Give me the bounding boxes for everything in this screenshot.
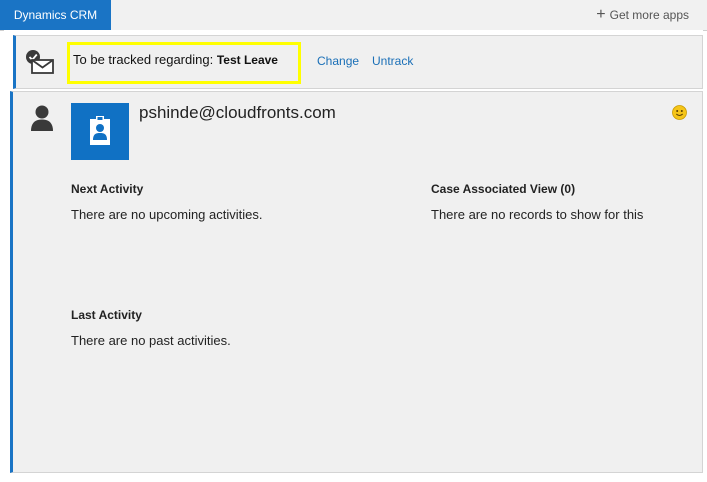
last-activity-text: There are no past activities. [71, 333, 231, 348]
tracking-prefix: To be tracked regarding: [73, 52, 214, 67]
tab-dynamics-crm[interactable]: Dynamics CRM [0, 0, 111, 30]
get-more-apps-button[interactable]: + Get more apps [596, 0, 689, 30]
tracking-bar: To be tracked regarding: Test Leave Chan… [13, 35, 703, 89]
tracking-status: To be tracked regarding: Test Leave [73, 52, 278, 67]
smiley-icon[interactable] [672, 105, 687, 120]
contact-panel: pshinde@cloudfronts.com Next Activity Th… [10, 91, 703, 473]
last-activity-title: Last Activity [71, 308, 142, 322]
contact-email: pshinde@cloudfronts.com [139, 103, 336, 122]
tab-label: Dynamics CRM [13, 8, 98, 22]
next-activity-text: There are no upcoming activities. [71, 207, 263, 222]
get-more-apps-label: Get more apps [609, 8, 689, 22]
app-tab-strip: Dynamics CRM + Get more apps [0, 0, 707, 31]
tracked-record-name: Test Leave [216, 53, 278, 67]
contact-card-icon [90, 116, 110, 145]
case-view-title[interactable]: Case Associated View (0) [431, 182, 575, 196]
untrack-link[interactable]: Untrack [372, 54, 413, 68]
contact-avatar[interactable] [71, 103, 129, 160]
case-view-text: There are no records to show for this [431, 207, 644, 222]
next-activity-title: Next Activity [71, 182, 144, 196]
plus-icon: + [596, 6, 606, 23]
change-link[interactable]: Change [317, 54, 359, 68]
tracked-mail-icon [26, 50, 54, 74]
person-icon [31, 105, 53, 131]
addin-pane: To be tracked regarding: Test Leave Chan… [4, 30, 703, 478]
